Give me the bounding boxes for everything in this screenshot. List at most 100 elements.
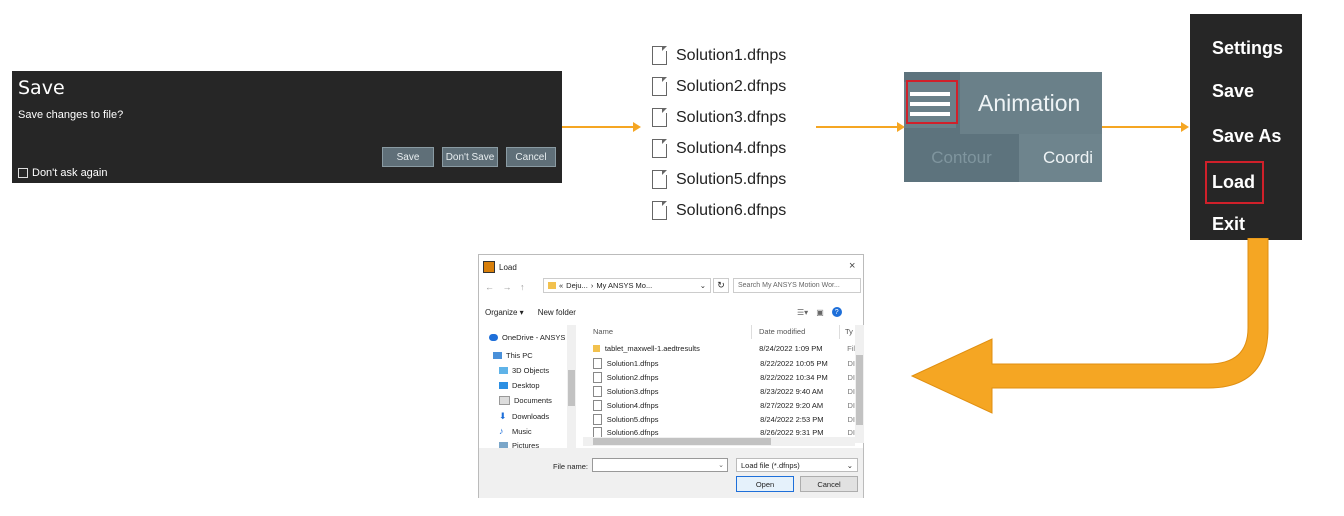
- load-dialog-title: Load: [499, 262, 517, 272]
- column-separator: [751, 325, 752, 339]
- file-name: Solution1.dfnps: [676, 46, 787, 64]
- save-button[interactable]: Save: [382, 147, 434, 167]
- organize-button[interactable]: Organize ▾: [485, 308, 524, 317]
- address-bar[interactable]: « Deju... › My ANSYS Mo... ⌄: [543, 278, 711, 293]
- animation-panel: Animation Contour Coordi: [904, 72, 1102, 182]
- desktop-icon: [499, 382, 508, 389]
- tab-contour[interactable]: Contour: [904, 134, 1019, 182]
- nav-item-3d-objects[interactable]: 3D Objects: [499, 366, 549, 375]
- file-icon: [652, 77, 667, 96]
- computer-icon: [493, 352, 502, 359]
- file-icon: [593, 414, 602, 425]
- open-button[interactable]: Open: [736, 476, 794, 492]
- nav-item-desktop[interactable]: Desktop: [499, 381, 540, 390]
- file-name-input[interactable]: ⌄: [592, 458, 728, 472]
- dont-ask-again-checkbox[interactable]: Don't ask again: [18, 167, 107, 179]
- file-row[interactable]: tablet_maxwell-1.aedtresults 8/24/2022 1:…: [593, 342, 855, 355]
- file-item: Solution3.dfnps: [652, 102, 786, 133]
- file-row-type: Fil: [847, 344, 855, 353]
- cancel-button[interactable]: Cancel: [800, 476, 858, 492]
- column-header-name[interactable]: Name: [593, 327, 613, 336]
- curved-flow-arrow: [910, 238, 1269, 414]
- nav-item-documents[interactable]: Documents: [499, 396, 552, 405]
- dont-save-button[interactable]: Don't Save: [442, 147, 498, 167]
- file-row-name: Solution1.dfnps: [606, 359, 659, 368]
- nav-item-label: Desktop: [512, 381, 540, 390]
- file-row-date: 8/23/2022 9:40 AM: [760, 387, 824, 396]
- file-icon: [652, 201, 667, 220]
- 3d-objects-icon: [499, 367, 508, 374]
- chevron-down-icon: ⌄: [846, 460, 853, 470]
- file-icon: [593, 358, 602, 369]
- cancel-button[interactable]: Cancel: [506, 147, 556, 167]
- nav-item-label: 3D Objects: [512, 366, 550, 375]
- address-part: My ANSYS Mo...: [596, 281, 653, 290]
- flow-arrow-3: [1102, 122, 1189, 132]
- file-row[interactable]: Solution4.dfnps 8/27/2022 9:20 AM DI: [593, 399, 855, 412]
- animation-tab[interactable]: Animation: [960, 72, 1102, 134]
- nav-item-label: OneDrive - ANSYS: [502, 333, 566, 342]
- file-menu: Settings Save Save As Load Exit: [1190, 14, 1302, 240]
- flow-arrow-2: [816, 122, 905, 132]
- close-icon[interactable]: ×: [849, 260, 855, 272]
- file-row-type: DI: [847, 387, 856, 396]
- menu-item-save[interactable]: Save: [1212, 81, 1254, 102]
- scrollbar-thumb[interactable]: [568, 370, 575, 406]
- load-dialog-titlebar: Load: [483, 261, 517, 273]
- column-separator: [839, 325, 840, 339]
- file-item: Solution4.dfnps: [652, 133, 786, 164]
- horizontal-scrollbar[interactable]: [583, 437, 855, 446]
- refresh-icon[interactable]: ↻: [713, 278, 729, 293]
- nav-item-onedrive[interactable]: OneDrive - ANSYS: [489, 333, 565, 342]
- view-options-icon[interactable]: ☰▾: [797, 308, 808, 317]
- file-row-name: Solution2.dfnps: [606, 373, 659, 382]
- file-list-scrollbar[interactable]: [855, 325, 864, 443]
- nav-item-label: Music: [512, 426, 532, 436]
- checkbox-icon: [18, 168, 28, 178]
- file-row[interactable]: Solution6.dfnps 8/26/2022 9:31 PM DI: [593, 427, 855, 437]
- column-header-date[interactable]: Date modified: [759, 327, 805, 336]
- nav-scrollbar[interactable]: [567, 325, 576, 453]
- file-row[interactable]: Solution2.dfnps 8/22/2022 10:34 PM DI: [593, 371, 855, 384]
- file-type-select[interactable]: Load file (*.dfnps) ⌄: [736, 458, 858, 472]
- file-row-type: DI: [847, 427, 855, 437]
- file-row-type: DI: [847, 415, 856, 424]
- file-row-name: tablet_maxwell-1.aedtresults: [604, 344, 700, 353]
- file-row-name: Solution5.dfnps: [606, 415, 659, 424]
- column-header-type[interactable]: Ty: [845, 327, 853, 336]
- cloud-icon: [489, 334, 498, 341]
- file-item: Solution2.dfnps: [652, 71, 786, 102]
- file-item: Solution5.dfnps: [652, 164, 786, 195]
- nav-item-downloads[interactable]: ⬇ Downloads: [499, 411, 549, 422]
- chevron-down-icon[interactable]: ⌄: [718, 461, 724, 469]
- nav-item-music[interactable]: ♪ Music: [499, 426, 532, 436]
- view-controls: ☰▾ ▣ ?: [797, 307, 842, 317]
- file-row-name: Solution4.dfnps: [606, 401, 659, 410]
- file-row[interactable]: Solution1.dfnps 8/22/2022 10:05 PM DI: [593, 357, 855, 370]
- scrollbar-thumb[interactable]: [593, 438, 771, 445]
- file-row-date: 8/24/2022 2:53 PM: [760, 415, 824, 424]
- file-row-date: 8/26/2022 9:31 PM: [760, 427, 824, 437]
- scrollbar-thumb[interactable]: [856, 355, 863, 425]
- address-prefix: «: [559, 281, 564, 290]
- help-icon[interactable]: ?: [831, 307, 842, 317]
- file-row-type: DI: [847, 373, 856, 382]
- file-row[interactable]: Solution5.dfnps 8/24/2022 2:53 PM DI: [593, 413, 855, 426]
- preview-pane-icon[interactable]: ▣: [816, 308, 824, 317]
- nav-arrows-icon[interactable]: ← → ↑: [485, 282, 528, 292]
- new-folder-button[interactable]: New folder: [538, 308, 576, 317]
- search-input[interactable]: Search My ANSYS Motion Wor...: [733, 278, 861, 293]
- file-row[interactable]: Solution3.dfnps 8/23/2022 9:40 AM DI: [593, 385, 855, 398]
- menu-item-exit[interactable]: Exit: [1212, 214, 1245, 235]
- highlight-box: [906, 80, 958, 124]
- save-dialog-title: Save: [18, 77, 65, 99]
- menu-item-settings[interactable]: Settings: [1212, 38, 1283, 59]
- file-row-date: 8/22/2022 10:34 PM: [760, 373, 828, 382]
- tab-coordinate[interactable]: Coordi: [1019, 134, 1102, 182]
- file-icon: [652, 139, 667, 158]
- file-row-name: Solution6.dfnps: [606, 427, 659, 437]
- flow-arrow-1: [562, 122, 641, 132]
- file-type-value: Load file (*.dfnps): [741, 460, 800, 470]
- nav-item-this-pc[interactable]: This PC: [493, 351, 533, 360]
- menu-item-save-as[interactable]: Save As: [1212, 126, 1281, 147]
